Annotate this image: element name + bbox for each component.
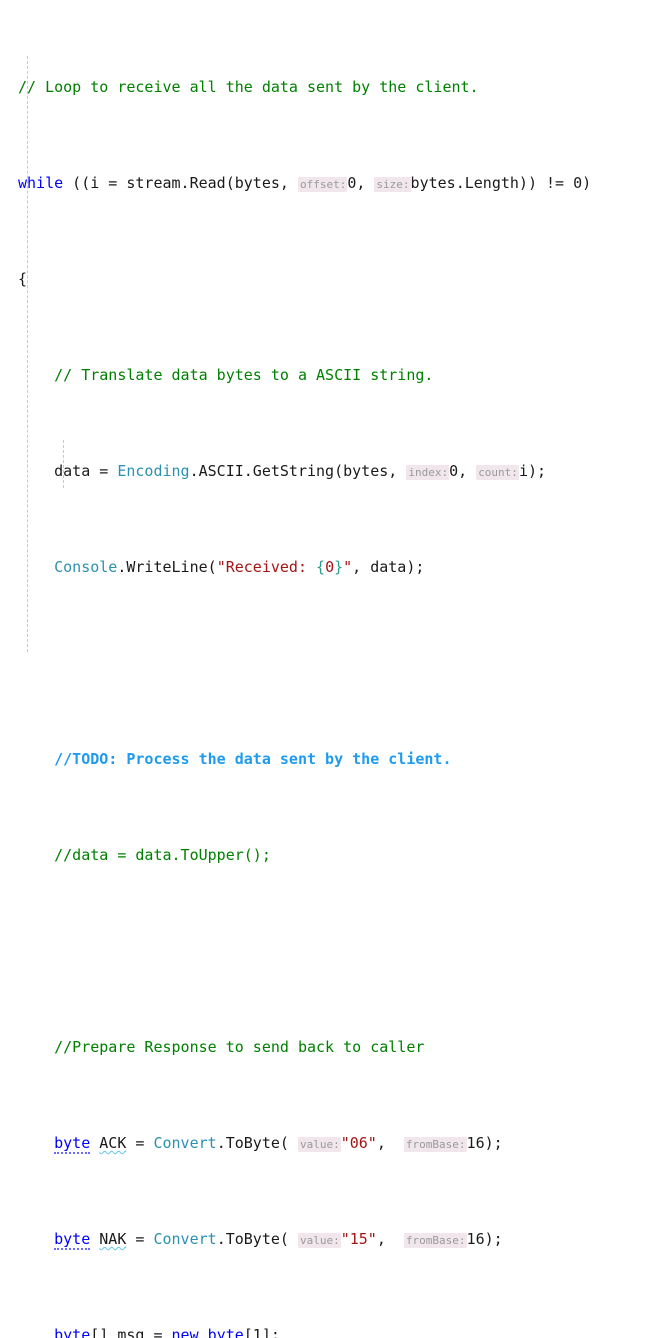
code-text: , [376,1230,404,1248]
open-brace: { [18,270,28,288]
code-line-13[interactable]: byte NAK = Convert.ToByte( value:"15", f… [0,1227,670,1251]
code-text: .ToByte( [216,1134,298,1152]
format-brace-open: { [316,558,326,576]
code-text: i); [518,462,547,480]
code-line-1[interactable]: // Loop to receive all the data sent by … [0,75,670,99]
code-line-14[interactable]: byte[] msg = new byte[1]; [0,1323,670,1338]
code-line-6[interactable]: Console.WriteLine("Received: {0}", data)… [0,555,670,579]
code-text: [] msg = [90,1326,172,1338]
code-line-2[interactable]: while ((i = stream.Read(bytes, offset:0,… [0,171,670,195]
code-text: , data); [352,558,425,576]
code-line-4[interactable]: // Translate data bytes to a ASCII strin… [0,363,670,387]
code-editor-pane[interactable]: // Loop to receive all the data sent by … [0,0,670,1338]
code-line-7-blank[interactable] [0,651,670,675]
code-line-12[interactable]: byte ACK = Convert.ToByte( value:"06", f… [0,1131,670,1155]
code-line-11[interactable]: //Prepare Response to send back to calle… [0,1035,670,1059]
keyword-while: while [18,174,64,192]
keyword-byte: byte [54,1134,91,1154]
string-literal: "15" [340,1230,377,1248]
inlay-hint-size[interactable]: size: [374,177,411,192]
code-text: 16); [466,1230,503,1248]
comment-token: // Loop to receive all the data sent by … [18,78,479,96]
type-console: Console [54,558,118,576]
code-text: , [376,1134,404,1152]
code-text: 0, [347,174,375,192]
inlay-hint-count[interactable]: count: [476,465,519,480]
code-line-9[interactable]: //data = data.ToUpper(); [0,843,670,867]
todo-comment-token: //TODO: Process the data sent by the cli… [54,750,452,768]
code-line-3[interactable]: { [0,267,670,291]
code-text: [1]; [243,1326,280,1338]
code-text: .ToByte( [216,1230,298,1248]
comment-token: //Prepare Response to send back to calle… [54,1038,425,1056]
type-encoding: Encoding [117,462,190,480]
keyword-byte: byte [54,1230,91,1250]
inlay-hint-value[interactable]: value: [297,1233,341,1248]
inlay-hint-value[interactable]: value: [297,1137,341,1152]
type-convert: Convert [153,1134,217,1152]
inlay-hint-frombase[interactable]: fromBase: [403,1233,467,1248]
keyword-byte: byte [54,1326,91,1338]
string-literal: "06" [340,1134,377,1152]
format-index: 0 [325,558,335,576]
inlay-hint-index[interactable]: index: [406,465,450,480]
code-text: 0, [449,462,477,480]
code-text: data = [54,462,118,480]
code-text: ((i = stream.Read(bytes, [63,174,298,192]
keyword-byte: byte [198,1326,244,1338]
code-content[interactable]: // Loop to receive all the data sent by … [0,3,670,1338]
code-line-10-blank[interactable] [0,939,670,963]
string-literal: "Received: [216,558,317,576]
inlay-hint-offset[interactable]: offset: [297,177,348,192]
code-text: .WriteLine( [117,558,217,576]
comment-token: // Translate data bytes to a ASCII strin… [54,366,434,384]
type-convert: Convert [153,1230,217,1248]
code-text: = [126,1230,154,1248]
code-text: 16); [466,1134,503,1152]
identifier-ack: ACK [99,1134,127,1152]
keyword-new: new [171,1326,199,1338]
code-text: .ASCII.GetString(bytes, [189,462,407,480]
code-line-5[interactable]: data = Encoding.ASCII.GetString(bytes, i… [0,459,670,483]
identifier-nak: NAK [99,1230,127,1248]
string-literal: " [343,558,353,576]
comment-token: //data = data.ToUpper(); [54,846,271,864]
code-text: = [126,1134,154,1152]
inlay-hint-frombase[interactable]: fromBase: [403,1137,467,1152]
format-brace-close: } [334,558,344,576]
code-text: bytes.Length)) != 0) [410,174,592,192]
code-line-8[interactable]: //TODO: Process the data sent by the cli… [0,747,670,771]
